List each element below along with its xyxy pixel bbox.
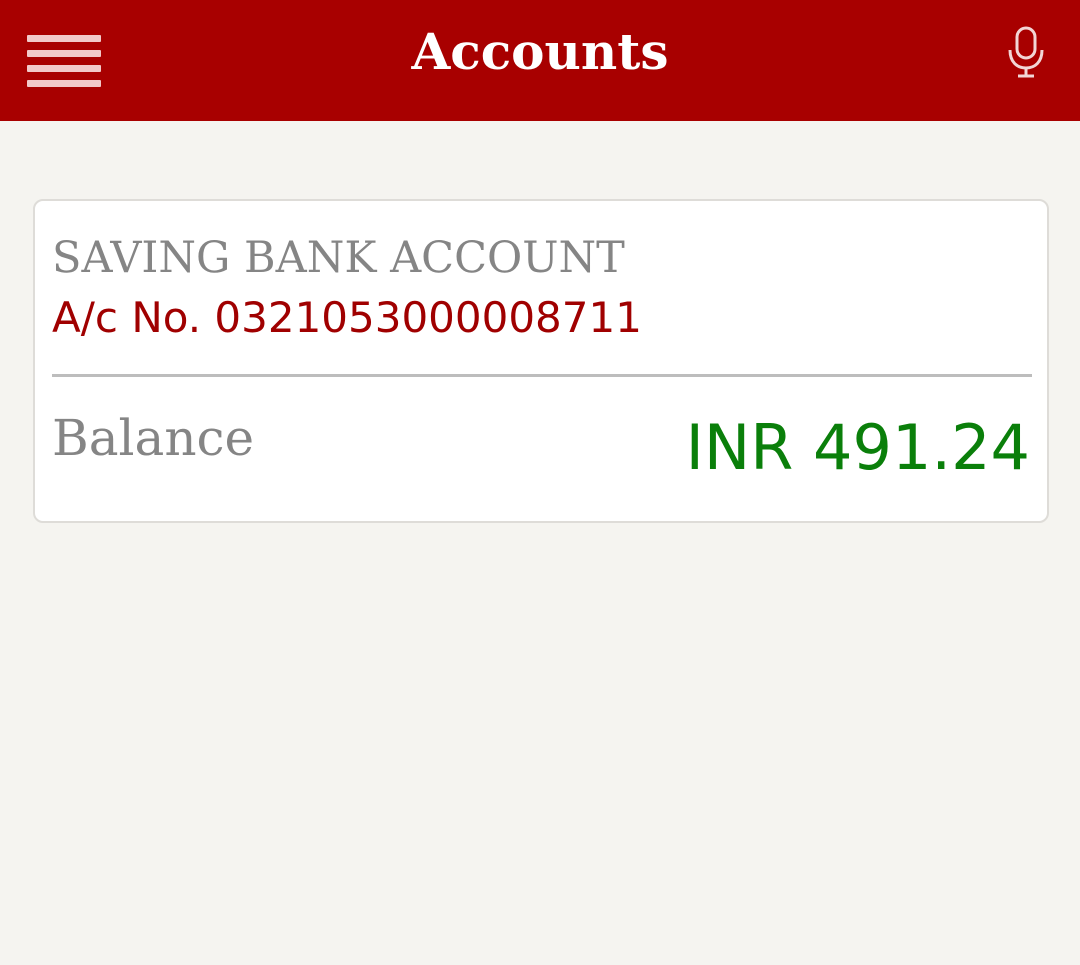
app-bar: Accounts bbox=[0, 0, 1080, 121]
page-title: Accounts bbox=[411, 22, 669, 81]
divider bbox=[52, 374, 1032, 377]
account-type: SAVING BANK ACCOUNT bbox=[52, 233, 625, 283]
account-number: A/c No. 0321053000008711 bbox=[52, 293, 642, 342]
balance-label: Balance bbox=[52, 409, 255, 467]
balance-value: INR 491.24 bbox=[685, 411, 1030, 484]
account-card[interactable]: SAVING BANK ACCOUNT A/c No. 032105300000… bbox=[33, 199, 1049, 523]
microphone-icon bbox=[1008, 26, 1044, 78]
voice-search-button[interactable] bbox=[1002, 24, 1050, 80]
